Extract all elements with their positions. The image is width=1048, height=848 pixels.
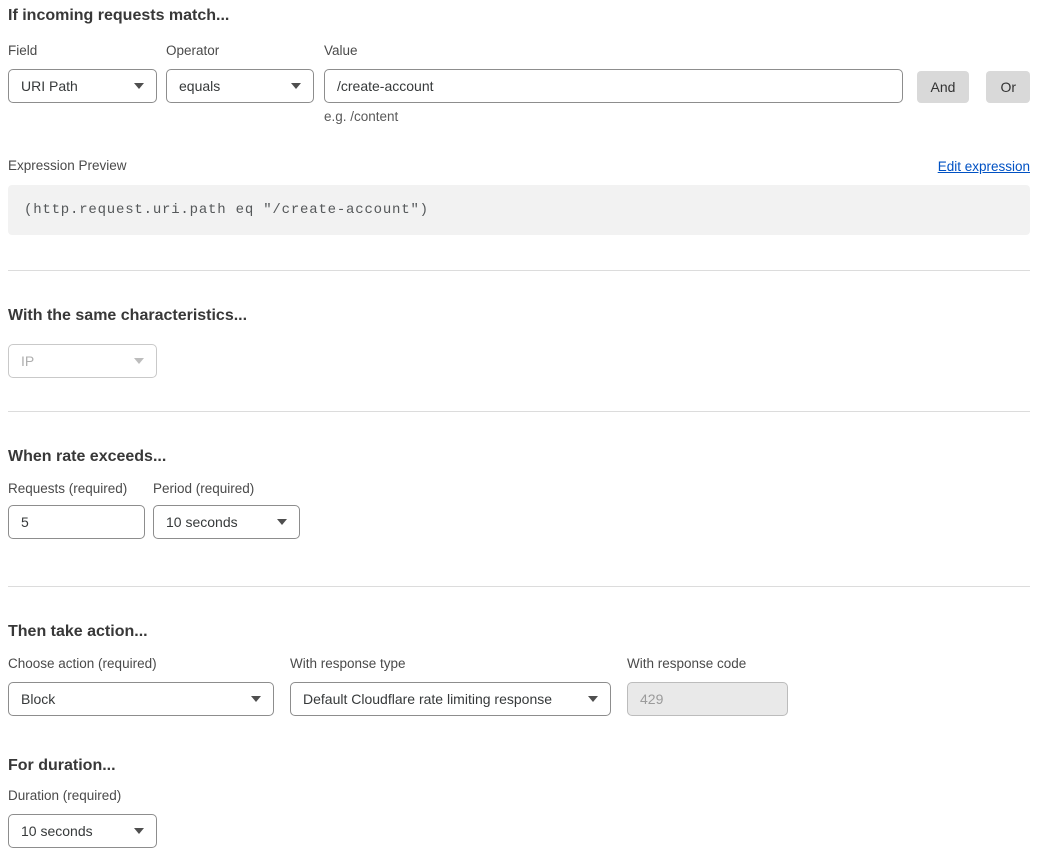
action-select-value: Block bbox=[21, 691, 55, 707]
rate-limiting-rule-form: If incoming requests match... Field URI … bbox=[0, 0, 1048, 848]
field-label: Field bbox=[8, 43, 157, 59]
period-select-value: 10 seconds bbox=[166, 514, 238, 530]
expression-preview-label: Expression Preview bbox=[8, 158, 127, 174]
rate-section-heading: When rate exceeds... bbox=[8, 448, 1030, 466]
response-type-label: With response type bbox=[290, 656, 611, 672]
expression-preview-header: Expression Preview Edit expression bbox=[8, 158, 1030, 174]
field-group: Field URI Path bbox=[8, 43, 157, 124]
duration-select[interactable]: 10 seconds bbox=[8, 814, 157, 848]
requests-input[interactable] bbox=[8, 505, 145, 539]
value-input[interactable] bbox=[324, 69, 903, 103]
chevron-down-icon bbox=[251, 696, 261, 702]
duration-label: Duration (required) bbox=[8, 788, 1030, 804]
field-select[interactable]: URI Path bbox=[8, 69, 157, 103]
value-group: Value e.g. /content bbox=[324, 43, 903, 124]
duration-select-value: 10 seconds bbox=[21, 823, 93, 839]
expression-text: (http.request.uri.path eq "/create-accou… bbox=[24, 202, 429, 218]
action-row: Choose action (required) Block With resp… bbox=[8, 656, 1030, 716]
response-type-group: With response type Default Cloudflare ra… bbox=[290, 656, 611, 716]
characteristics-section-heading: With the same characteristics... bbox=[8, 307, 1030, 325]
operator-group: Operator equals bbox=[166, 43, 314, 124]
period-select[interactable]: 10 seconds bbox=[153, 505, 300, 539]
rate-labels-row: Requests (required) Period (required) bbox=[8, 481, 1030, 507]
chevron-down-icon bbox=[277, 519, 287, 525]
edit-expression-link[interactable]: Edit expression bbox=[938, 159, 1030, 174]
chevron-down-icon bbox=[134, 358, 144, 364]
action-select[interactable]: Block bbox=[8, 682, 274, 716]
action-group: Choose action (required) Block bbox=[8, 656, 274, 716]
match-section-heading: If incoming requests match... bbox=[8, 7, 1030, 25]
rate-controls-row: 10 seconds bbox=[8, 505, 1030, 539]
requests-label: Requests (required) bbox=[8, 481, 145, 497]
duration-section-heading: For duration... bbox=[8, 757, 1030, 775]
characteristic-select: IP bbox=[8, 344, 157, 378]
response-code-input bbox=[627, 682, 788, 716]
chevron-down-icon bbox=[134, 83, 144, 89]
response-code-label: With response code bbox=[627, 656, 788, 672]
or-button[interactable]: Or bbox=[986, 71, 1030, 103]
section-divider bbox=[8, 411, 1030, 412]
match-condition-row: Field URI Path Operator equals Value e.g… bbox=[8, 43, 1030, 124]
operator-select-value: equals bbox=[179, 78, 220, 94]
section-divider bbox=[8, 586, 1030, 587]
response-type-select[interactable]: Default Cloudflare rate limiting respons… bbox=[290, 682, 611, 716]
response-type-select-value: Default Cloudflare rate limiting respons… bbox=[303, 691, 552, 707]
operator-label: Operator bbox=[166, 43, 314, 59]
value-label: Value bbox=[324, 43, 903, 59]
response-code-group: With response code bbox=[627, 656, 788, 716]
characteristic-select-value: IP bbox=[21, 353, 34, 369]
condition-connectors: And Or bbox=[917, 70, 1030, 104]
field-select-value: URI Path bbox=[21, 78, 78, 94]
and-button[interactable]: And bbox=[917, 71, 970, 103]
chevron-down-icon bbox=[588, 696, 598, 702]
chevron-down-icon bbox=[134, 828, 144, 834]
operator-select[interactable]: equals bbox=[166, 69, 314, 103]
action-section-heading: Then take action... bbox=[8, 623, 1030, 641]
period-label: Period (required) bbox=[153, 481, 300, 497]
value-hint: e.g. /content bbox=[324, 109, 903, 124]
action-label: Choose action (required) bbox=[8, 656, 274, 672]
expression-preview-code: (http.request.uri.path eq "/create-accou… bbox=[8, 185, 1030, 235]
chevron-down-icon bbox=[291, 83, 301, 89]
requests-group bbox=[8, 505, 145, 539]
section-divider bbox=[8, 270, 1030, 271]
